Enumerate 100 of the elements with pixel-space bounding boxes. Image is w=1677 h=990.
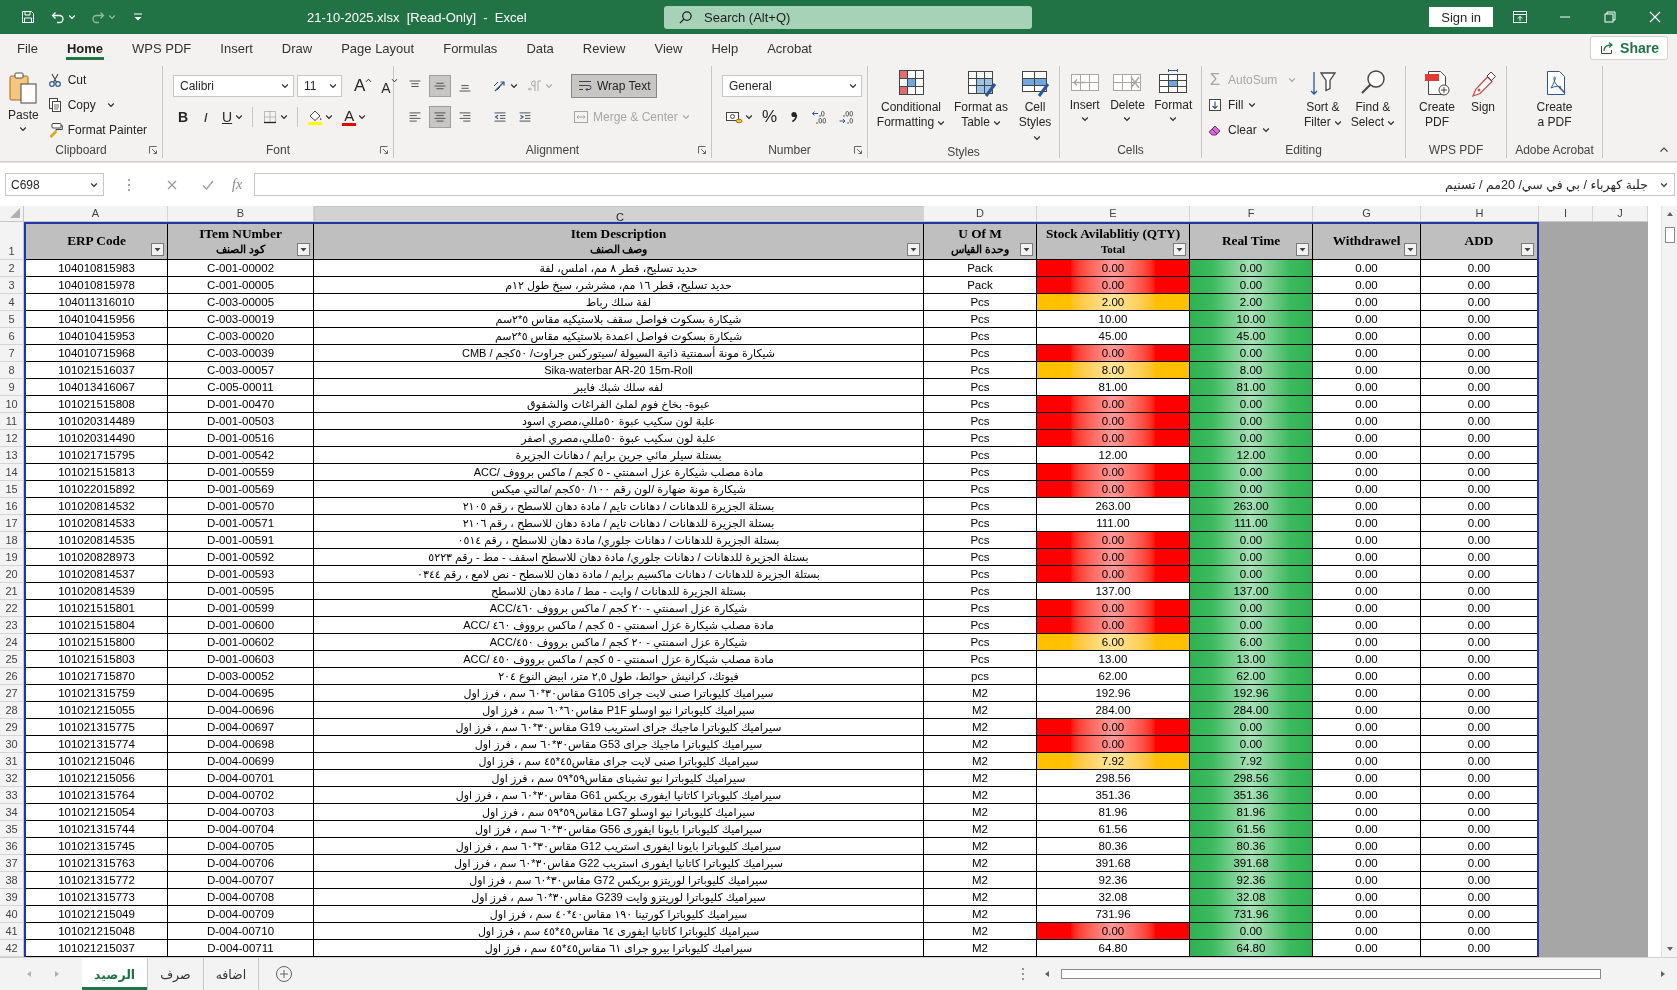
withdrawal-cell: 0.00 (1313, 430, 1421, 447)
stock-cell: 0.00 (1037, 396, 1190, 413)
caret-down-icon (992, 118, 1001, 127)
menu-tab[interactable]: File (16, 36, 39, 60)
align-middle-icon[interactable] (429, 75, 451, 97)
caret-down-icon (510, 82, 518, 90)
column-header[interactable]: F (1190, 206, 1313, 221)
find-select-button[interactable]: Find & Select (1349, 66, 1397, 130)
column-header[interactable]: C (314, 206, 924, 221)
sheet-tab[interactable]: اضافه (203, 958, 260, 990)
menu-tab[interactable]: Review (581, 36, 627, 60)
dialog-launcher-icon[interactable] (853, 144, 863, 155)
name-box[interactable]: C698 (5, 173, 104, 196)
number-format-dropdown[interactable]: General (722, 75, 862, 97)
column-title: ADD (1464, 233, 1494, 249)
dialog-launcher-icon[interactable] (379, 144, 389, 155)
row-number: 21 (0, 583, 24, 600)
menu-tab[interactable]: Draw (280, 36, 314, 60)
add-cell: 0.00 (1421, 702, 1537, 719)
column-header[interactable]: E (1037, 206, 1190, 221)
sign-button[interactable]: Sign (1466, 66, 1500, 115)
menu-tab[interactable]: Insert (219, 36, 254, 60)
increase-font-size-button[interactable]: A (351, 74, 376, 98)
erp-code-cell: 101020814532 (26, 498, 168, 515)
menu-tab[interactable]: WPS PDF (131, 36, 193, 60)
format-cells-button[interactable]: Format (1152, 66, 1195, 123)
italic-button[interactable]: I (196, 105, 216, 129)
wrap-text-button[interactable]: Wrap Text (571, 74, 657, 98)
vertical-dots-icon[interactable] (127, 176, 131, 193)
stock-cell: 62.00 (1037, 668, 1190, 685)
sort-filter-button[interactable]: Sort & Filter (1299, 66, 1347, 130)
erp-code-cell: 101021515804 (26, 617, 168, 634)
dialog-launcher-icon[interactable] (697, 144, 707, 155)
fill-button[interactable]: Fill (1207, 93, 1297, 116)
format-as-table-button[interactable]: Format as Table (950, 66, 1012, 130)
formula-field[interactable]: جلبة كهرباء / بي في سي/ 20مم / تسنيم (254, 173, 1675, 196)
font-name-dropdown[interactable]: Calibri (173, 75, 294, 97)
clear-button[interactable]: Clear (1207, 118, 1297, 141)
item-number-cell: D-001-00592 (168, 549, 314, 566)
add-cell: 0.00 (1421, 345, 1537, 362)
item-number-cell: D-004-00705 (168, 838, 314, 855)
paste-button[interactable]: Paste (6, 66, 41, 133)
unit-cell: Pcs (924, 379, 1037, 396)
menu-tab[interactable]: Acrobat (766, 36, 813, 60)
font-size-dropdown[interactable]: 11 (297, 75, 342, 97)
conditional-formatting-button[interactable]: Conditional Formatting (872, 66, 950, 130)
search-field[interactable]: Search (Alt+Q) (664, 5, 1032, 29)
create-pdf-button[interactable]: Create PDF (1412, 66, 1462, 130)
column-header[interactable]: J (1593, 206, 1648, 221)
menu-tab[interactable]: Page Layout (340, 36, 416, 60)
scroll-thumb[interactable] (1664, 227, 1675, 243)
more-options-icon[interactable] (1021, 966, 1025, 982)
item-number-cell: D-004-00710 (168, 923, 314, 940)
align-center-icon[interactable] (429, 106, 451, 128)
bold-button[interactable]: B (173, 105, 193, 129)
sign-in-button[interactable]: Sign in (1429, 7, 1493, 27)
real-time-cell: 0.00 (1190, 617, 1313, 634)
undo-icon[interactable] (50, 9, 66, 25)
item-number-cell: D-001-00559 (168, 464, 314, 481)
real-time-cell: 12.00 (1190, 447, 1313, 464)
withdrawal-cell: 0.00 (1313, 345, 1421, 362)
percent-style-button[interactable]: % (759, 105, 781, 129)
restore-icon[interactable] (1601, 9, 1618, 25)
real-time-cell: 0.00 (1190, 549, 1313, 566)
format-painter-button[interactable]: Format Painter (46, 118, 148, 141)
dialog-launcher-icon[interactable] (148, 144, 158, 155)
column-header[interactable]: D (924, 206, 1037, 221)
add-sheet-icon[interactable] (275, 965, 294, 983)
save-icon[interactable] (20, 9, 36, 25)
menu-tab[interactable]: View (653, 36, 684, 60)
copy-button[interactable]: Copy (46, 93, 148, 116)
cut-button[interactable]: Cut (46, 68, 148, 91)
caret-up-icon (365, 77, 373, 84)
column-subtitle: وحدة القياس (951, 241, 1009, 257)
column-header[interactable]: I (1539, 206, 1593, 221)
font-color-button[interactable]: A (339, 105, 370, 129)
item-number-cell: D-004-00707 (168, 872, 314, 889)
menu-tab[interactable]: Data (525, 36, 555, 60)
caret-down-icon[interactable] (108, 13, 116, 21)
column-header[interactable]: H (1421, 206, 1539, 221)
stock-cell: 61.56 (1037, 821, 1190, 838)
real-time-cell: 0.00 (1190, 923, 1313, 940)
row-number: 38 (0, 872, 24, 889)
decrease-font-size-button[interactable]: A (378, 74, 401, 98)
column-header[interactable]: A (24, 206, 168, 221)
menu-tab[interactable]: Formulas (442, 36, 499, 60)
scroll-thumb[interactable] (1061, 969, 1601, 979)
insert-function-button[interactable]: fx (232, 176, 243, 193)
create-a-pdf-button[interactable]: Create a PDF (1529, 66, 1580, 130)
underline-button[interactable]: U (219, 105, 247, 129)
share-button[interactable]: Share (1590, 36, 1668, 60)
description-cell: Sika-waterbar AR-20 15m-Roll (314, 362, 924, 379)
ribbon-display-options-icon[interactable] (1511, 9, 1528, 25)
menu-tab[interactable]: Help (710, 36, 740, 60)
column-header[interactable]: G (1313, 206, 1421, 221)
cell-styles-button[interactable]: Cell Styles (1012, 66, 1058, 145)
withdrawal-cell: 0.00 (1313, 498, 1421, 515)
vertical-scrollbar[interactable] (1661, 206, 1677, 957)
row-number: 26 (0, 668, 24, 685)
description-cell: علبة لون سكيب عبوة ٥٠مللي،مصري اصفر (314, 430, 924, 447)
